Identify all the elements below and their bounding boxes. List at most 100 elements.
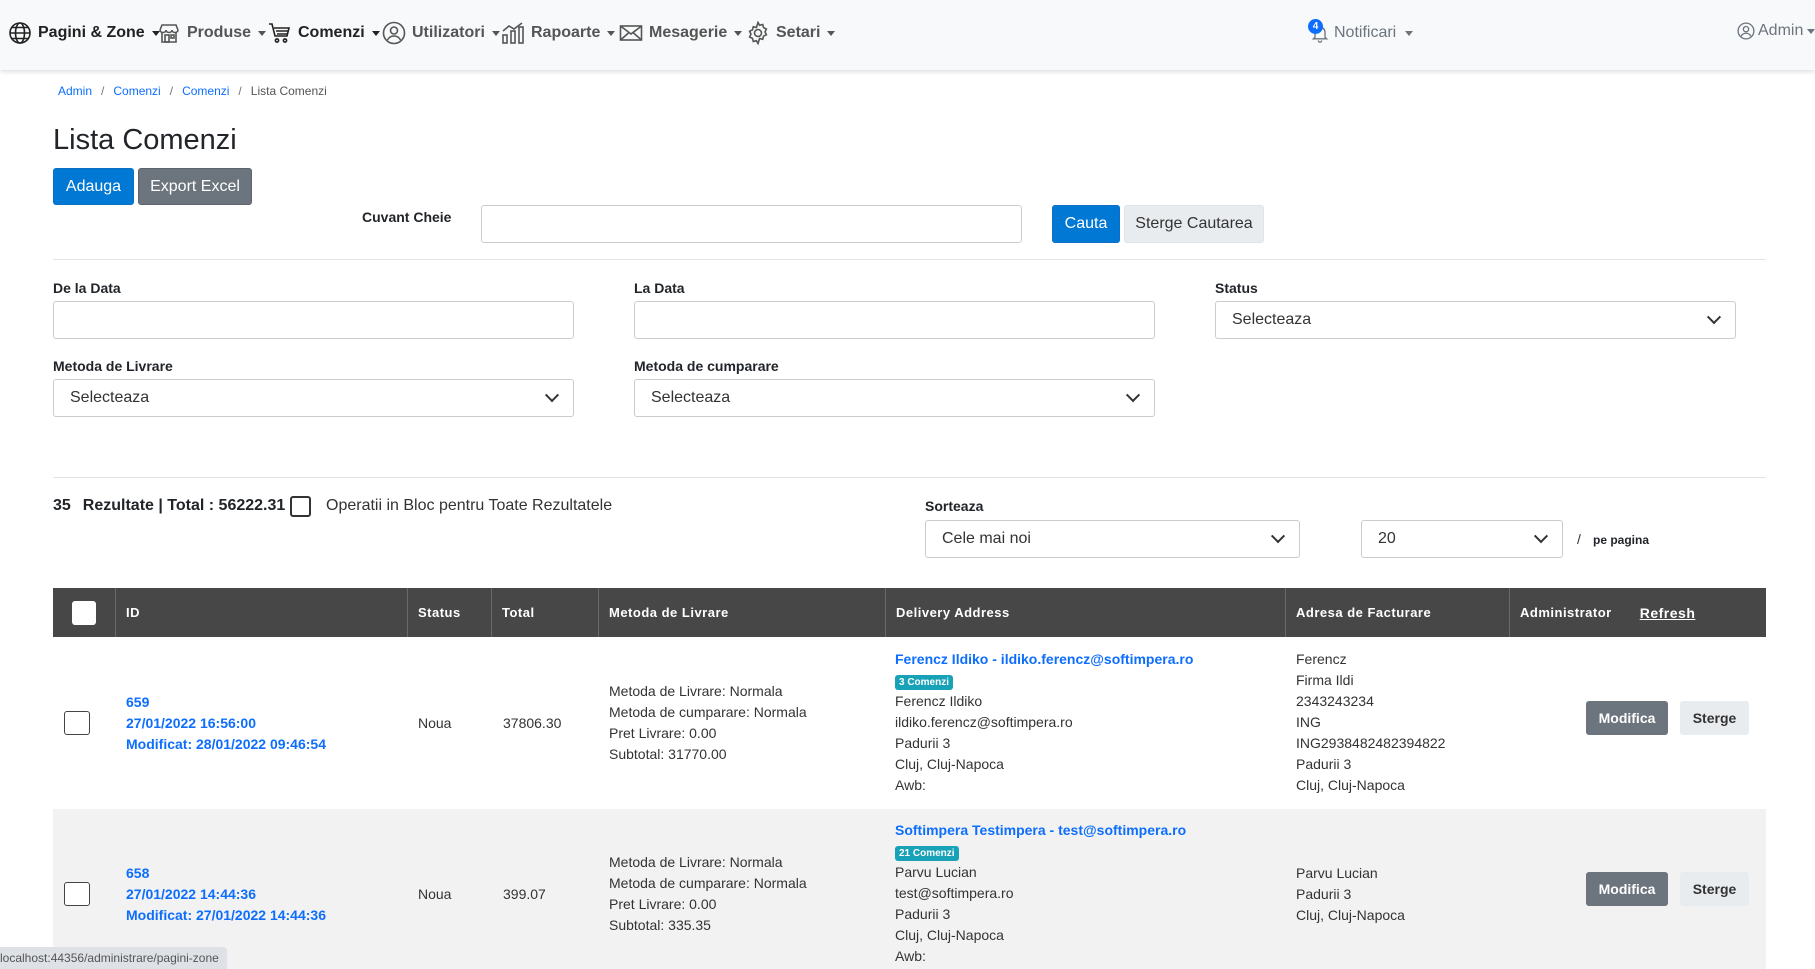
breadcrumb: Admin / Comenzi / Comenzi / Lista Comenz… [58,84,327,98]
breadcrumb-separator: / [238,84,242,98]
to-date-input[interactable] [634,301,1155,339]
from-date-label: De la Data [53,280,121,296]
table-row: 659 27/01/2022 16:56:00 Modificat: 28/01… [53,637,1766,809]
bell-wrapper: 4 [1308,19,1330,44]
billing-line: Padurii 3 [1296,756,1352,772]
address-line: ildiko.ferencz@softimpera.ro [895,714,1073,730]
breadcrumb-admin[interactable]: Admin [58,84,92,98]
status-select[interactable]: Selecteaza [1215,301,1736,339]
header-billing-address[interactable]: Adresa de Facturare [1286,588,1510,637]
per-page-value: 20 [1378,530,1396,547]
admin-user-menu[interactable]: Admin [1737,22,1815,40]
breadcrumb-comenzi-2[interactable]: Comenzi [182,84,229,98]
sort-select[interactable]: Cele mai noi [925,520,1300,558]
select-all-checkbox[interactable] [72,600,96,625]
caret-down-icon [1405,30,1414,36]
order-total: 399.07 [503,886,546,902]
to-date-label: La Data [634,280,685,296]
nav-label: Mesagerie [649,24,728,41]
delivery-method-select[interactable]: Selecteaza [53,379,574,417]
nav-rapoarte[interactable]: Rapoarte [501,0,616,66]
billing-line: Parvu Lucian [1296,865,1378,881]
clear-search-button[interactable]: Sterge Cautarea [1124,205,1264,243]
breadcrumb-separator: / [101,84,105,98]
order-created-date[interactable]: 27/01/2022 14:44:36 [126,884,326,905]
row-checkbox[interactable] [64,882,90,906]
header-delivery-method[interactable]: Metoda de Livrare [599,588,886,637]
edit-button[interactable]: Modifica [1586,872,1668,906]
header-delivery-address[interactable]: Delivery Address [886,588,1286,637]
orders-count-badge[interactable]: 3 Comenzi [895,675,954,690]
caret-down-icon [258,30,267,36]
customer-link[interactable]: Ferencz Ildiko - ildiko.ferencz@softimpe… [895,649,1193,670]
caret-down-icon [734,30,743,36]
delete-button[interactable]: Sterge [1680,701,1749,735]
billing-line: 2343243234 [1296,693,1374,709]
address-line: Cluj, Cluj-Napoca [895,927,1004,943]
add-button[interactable]: Adauga [53,168,134,205]
from-date-input[interactable] [53,301,574,339]
order-created-date[interactable]: 27/01/2022 16:56:00 [126,713,326,734]
header-status[interactable]: Status [408,588,492,637]
nav-label: Comenzi [298,24,365,41]
customer-link[interactable]: Softimpera Testimpera - test@softimpera.… [895,820,1186,841]
edit-button[interactable]: Modifica [1586,701,1668,735]
address-line: Padurii 3 [895,735,951,751]
nav-utilizatori[interactable]: Utilizatori [382,0,500,66]
billing-line: Ferencz [1296,651,1347,667]
purchase-method-line: Metoda de cumparare: Normala [609,875,807,891]
breadcrumb-comenzi[interactable]: Comenzi [113,84,160,98]
billing-line: Firma Ildi [1296,672,1354,688]
caret-down-icon [827,30,836,36]
purchase-method-select[interactable]: Selecteaza [634,379,1155,417]
orders-count-badge[interactable]: 21 Comenzi [895,846,959,861]
breadcrumb-current: Lista Comenzi [250,84,327,98]
billing-line: Cluj, Cluj-Napoca [1296,907,1405,923]
globe-icon [9,22,31,44]
billing-address-cell: Ferencz Firma Ildi 2343243234 ING ING293… [1296,649,1445,796]
chevron-down-icon [1533,529,1549,544]
keyword-input[interactable] [481,205,1022,243]
refresh-link[interactable]: Refresh [1640,605,1696,621]
divider [53,477,1766,478]
order-modified-date[interactable]: Modificat: 28/01/2022 09:46:54 [126,734,326,755]
delivery-method-line: Metoda de Livrare: Normala [609,683,783,699]
store-icon [159,24,179,43]
nav-produse[interactable]: Produse [157,0,267,66]
nav-pagini-zone[interactable]: Pagini & Zone [8,0,160,66]
row-checkbox[interactable] [64,711,90,735]
nav-comenzi[interactable]: Comenzi [268,0,380,66]
delivery-address-cell: Ferencz Ildiko - ildiko.ferencz@softimpe… [895,649,1193,796]
delete-button[interactable]: Sterge [1680,872,1749,906]
delivery-method-cell: Metoda de Livrare: Normala Metoda de cum… [609,681,807,765]
per-page-select[interactable]: 20 [1361,520,1563,558]
export-excel-button[interactable]: Export Excel [138,168,252,205]
order-modified-date[interactable]: Modificat: 27/01/2022 14:44:36 [126,905,326,926]
nav-label: Pagini & Zone [38,24,145,41]
purchase-method-line: Metoda de cumparare: Normala [609,704,807,720]
results-total: Rezultate | Total : 56222.31 [82,497,286,514]
header-total[interactable]: Total [492,588,599,637]
results-summary: 35 Rezultate | Total : 56222.31 [53,497,285,515]
order-id-link[interactable]: 659 [126,692,326,713]
search-button[interactable]: Cauta [1052,205,1120,243]
keyword-label: Cuvant Cheie [362,209,452,225]
chevron-down-icon [544,388,560,403]
purchase-method-label: Metoda de cumparare [634,358,779,374]
header-id[interactable]: ID [116,588,408,637]
nav-mesagerie[interactable]: Mesagerie [619,0,743,66]
order-id-link[interactable]: 658 [126,863,326,884]
address-line: Padurii 3 [895,906,951,922]
bulk-operations-label: Operatii in Bloc pentru Toate Rezultatel… [326,497,613,514]
bulk-all-checkbox[interactable] [290,496,311,517]
order-status: Noua [418,886,452,902]
address-line: Cluj, Cluj-Napoca [895,756,1004,772]
per-page-separator: / [1577,531,1581,547]
notifications-menu[interactable]: 4 Notificari [1308,16,1414,50]
chevron-down-icon [1125,388,1141,403]
cart-icon [269,23,291,43]
chevron-down-icon [1270,529,1286,544]
nav-setari[interactable]: Setari [746,0,836,66]
admin-label: Admin [1758,22,1804,39]
header-select-cell [53,588,116,637]
